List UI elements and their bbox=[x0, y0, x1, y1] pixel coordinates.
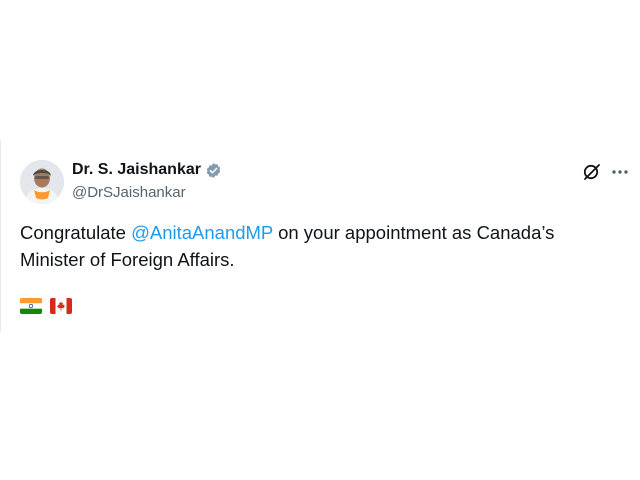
post-text-before: Congratulate bbox=[20, 222, 132, 243]
avatar[interactable] bbox=[20, 160, 64, 204]
canada-flag-icon bbox=[50, 298, 72, 314]
mention-link[interactable]: @AnitaAnandMP bbox=[131, 222, 273, 243]
author-handle[interactable]: @DrSJaishankar bbox=[72, 184, 186, 201]
flag-emojis bbox=[20, 298, 72, 314]
india-flag-icon bbox=[20, 298, 42, 314]
author-display-name[interactable]: Dr. S. Jaishankar bbox=[72, 161, 201, 179]
post-text: Congratulate @AnitaAnandMP on your appoi… bbox=[20, 219, 620, 273]
post-card[interactable]: Dr. S. Jaishankar @DrSJaishankar Congrat… bbox=[0, 148, 640, 338]
verified-badge-icon bbox=[205, 162, 222, 179]
grok-icon[interactable] bbox=[582, 162, 602, 182]
author-name-row[interactable]: Dr. S. Jaishankar bbox=[72, 161, 222, 179]
more-options-icon[interactable] bbox=[610, 162, 630, 182]
